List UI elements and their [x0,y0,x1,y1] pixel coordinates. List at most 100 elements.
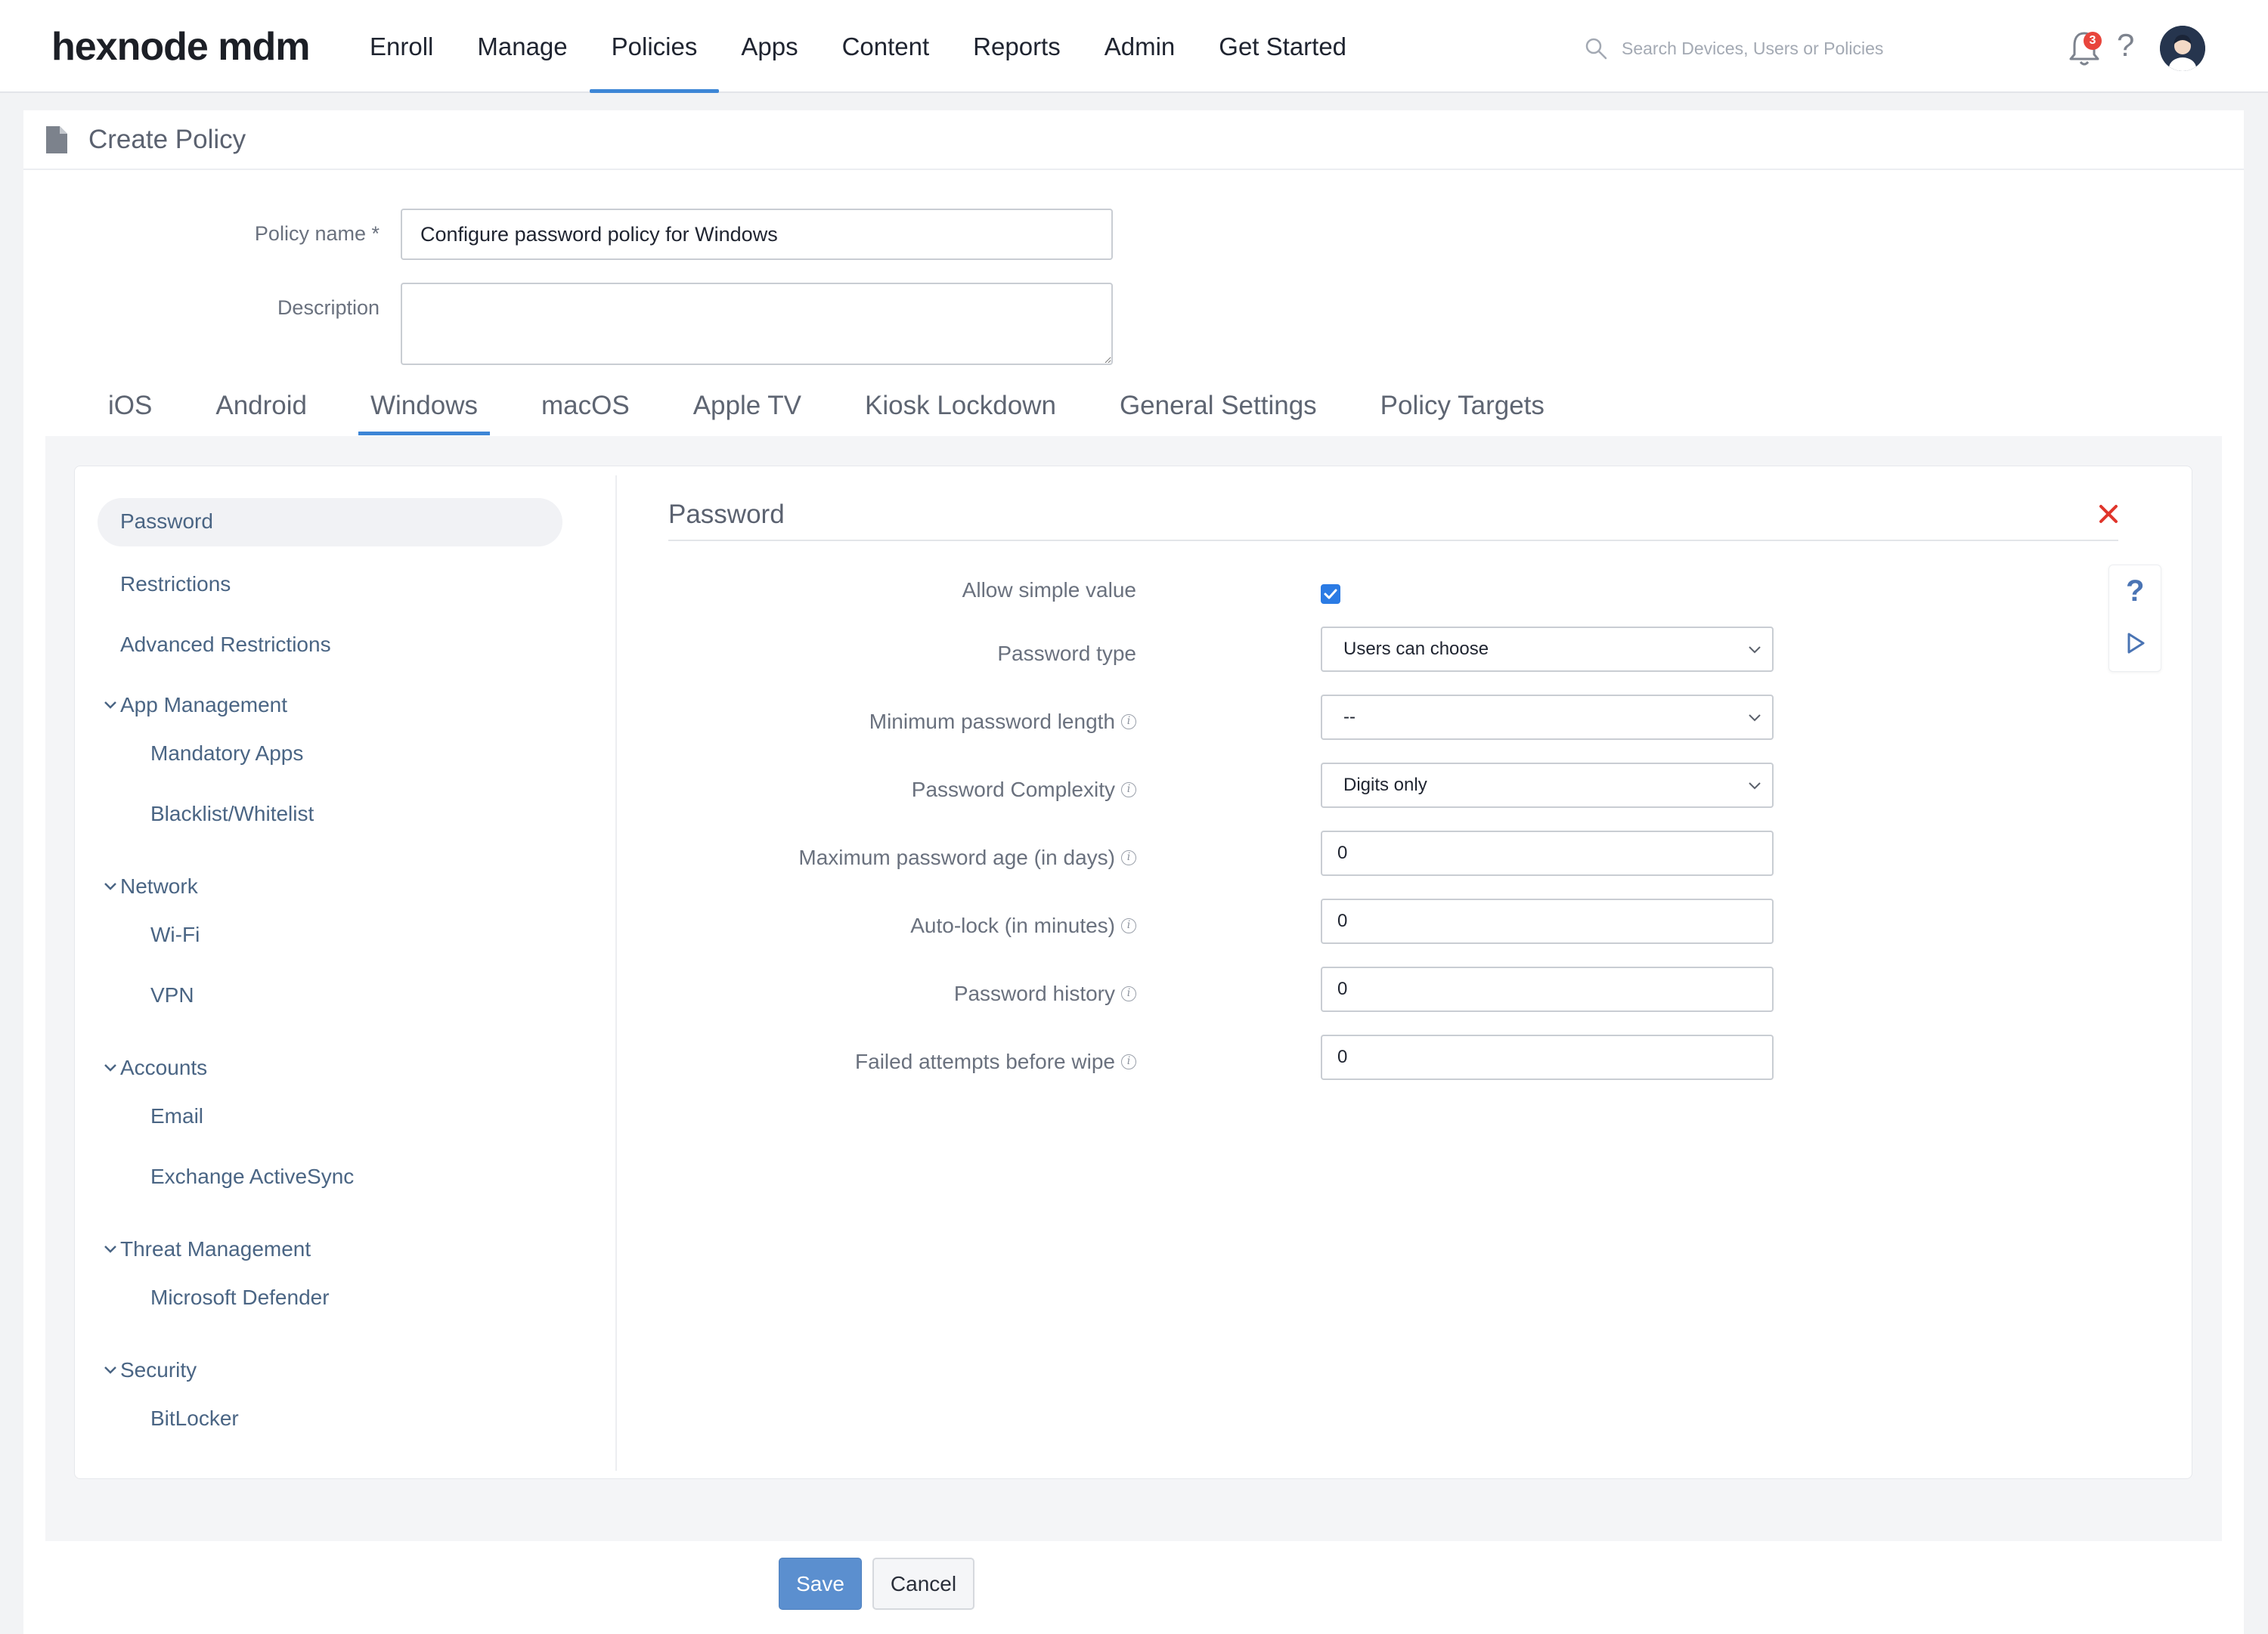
sidebar-group-label: Network [120,874,198,898]
notification-badge: 3 [2084,32,2102,50]
autolock-input[interactable] [1321,899,1774,944]
chevron-down-icon [104,883,116,890]
max-age-label: Maximum password age (in days) i [695,846,1136,870]
info-icon[interactable]: i [1121,918,1136,933]
sidebar-group-label: Security [120,1358,197,1382]
tab-windows[interactable]: Windows [358,390,490,435]
allow-simple-checkbox[interactable] [1321,584,1340,604]
info-icon[interactable]: i [1121,850,1136,865]
tab-kiosk-lockdown[interactable]: Kiosk Lockdown [865,390,1056,435]
chevron-down-icon [104,1246,116,1253]
sidebar-item-advanced-restrictions[interactable]: Advanced Restrictions [120,633,331,657]
password-type-value: Users can choose [1343,639,1489,659]
sidebar-item-vpn[interactable]: VPN [150,983,194,1007]
failed-attempts-label-text: Failed attempts before wipe [855,1050,1115,1073]
brand-logo[interactable]: hexnode mdm [51,24,310,70]
sidebar-group-security[interactable]: Security [104,1358,197,1382]
search-icon[interactable] [1584,36,1608,60]
nav-get-started[interactable]: Get Started [1197,0,1368,93]
tab-general-settings[interactable]: General Settings [1120,390,1317,435]
password-type-select[interactable]: Users can choose [1321,627,1774,672]
password-type-label-text: Password type [997,642,1136,665]
min-length-select[interactable]: -- [1321,695,1774,740]
min-length-label: Minimum password length i [695,710,1136,734]
info-icon[interactable]: i [1121,714,1136,729]
panel-title: Password [668,500,785,529]
autolock-label-text: Auto-lock (in minutes) [910,914,1115,937]
panel-divider [668,540,2118,541]
chevron-down-icon [1749,646,1761,654]
sidebar-group-label: App Management [120,693,288,716]
allow-simple-label-text: Allow simple value [962,578,1136,602]
help-tools: ? [2108,565,2161,672]
complexity-label: Password Complexity i [695,778,1136,802]
tab-android[interactable]: Android [215,390,307,435]
tab-policy-targets[interactable]: Policy Targets [1380,390,1545,435]
history-input[interactable] [1321,967,1774,1012]
sidebar-group-accounts[interactable]: Accounts [104,1056,207,1080]
user-avatar-icon [2160,26,2205,71]
sidebar-item-wifi[interactable]: Wi-Fi [150,923,200,947]
history-label-text: Password history [953,982,1115,1005]
policy-config-card: Password Restrictions Advanced Restricti… [74,466,2192,1479]
help-icon[interactable]: ? [2126,574,2144,608]
sidebar-item-email[interactable]: Email [150,1104,203,1128]
document-icon [46,125,67,153]
nav-reports[interactable]: Reports [951,0,1083,93]
tab-macos[interactable]: macOS [541,390,630,435]
sidebar-group-threat-management[interactable]: Threat Management [104,1237,311,1261]
checkmark-icon [1324,589,1337,599]
password-type-label: Password type [695,642,1136,666]
nav-manage[interactable]: Manage [455,0,589,93]
sidebar-item-password[interactable]: Password [98,498,562,546]
cancel-button[interactable]: Cancel [872,1558,974,1610]
page-title: Create Policy [88,124,246,154]
main-nav: Enroll Manage Policies Apps Content Repo… [348,0,1368,93]
nav-apps[interactable]: Apps [719,0,820,93]
play-tour-icon[interactable] [2126,632,2146,655]
max-age-input[interactable] [1321,831,1774,876]
nav-policies[interactable]: Policies [589,0,720,93]
allow-simple-label: Allow simple value [695,578,1136,602]
nav-admin[interactable]: Admin [1083,0,1198,93]
sidebar-item-bitlocker[interactable]: BitLocker [150,1407,239,1431]
nav-content[interactable]: Content [820,0,952,93]
info-icon[interactable]: i [1121,986,1136,1001]
chevron-down-icon [104,1366,116,1374]
info-icon[interactable]: i [1121,1054,1136,1069]
failed-attempts-label: Failed attempts before wipe i [695,1050,1136,1074]
autolock-label: Auto-lock (in minutes) i [695,914,1136,938]
complexity-select[interactable]: Digits only [1321,763,1774,808]
sidebar-group-network[interactable]: Network [104,874,198,899]
save-button[interactable]: Save [779,1558,862,1610]
complexity-label-text: Password Complexity [911,778,1115,801]
create-policy-page: Create Policy Policy name * Description … [23,110,2244,1634]
max-age-label-text: Maximum password age (in days) [798,846,1115,869]
avatar[interactable] [2160,26,2205,71]
sidebar-group-app-management[interactable]: App Management [104,693,287,717]
policy-sidebar: Password Restrictions Advanced Restricti… [75,475,617,1471]
sidebar-item-mandatory-apps[interactable]: Mandatory Apps [150,741,303,766]
tab-apple-tv[interactable]: Apple TV [693,390,801,435]
global-search [1584,33,2007,63]
sidebar-item-blacklist-whitelist[interactable]: Blacklist/Whitelist [150,802,314,826]
policy-name-input[interactable] [401,209,1113,260]
sidebar-item-exchange-activesync[interactable]: Exchange ActiveSync [150,1165,354,1189]
help-icon[interactable]: ? [2117,27,2134,63]
sidebar-item-restrictions[interactable]: Restrictions [120,572,231,596]
chevron-down-icon [104,701,116,709]
chevron-down-icon [1749,714,1761,722]
min-length-label-text: Minimum password length [869,710,1115,733]
chevron-down-icon [104,1064,116,1072]
sidebar-item-microsoft-defender[interactable]: Microsoft Defender [150,1286,330,1310]
policy-name-label: Policy name * [254,222,380,245]
failed-attempts-input[interactable] [1321,1035,1774,1080]
top-navigation-bar: hexnode mdm Enroll Manage Policies Apps … [0,0,2268,93]
info-icon[interactable]: i [1121,782,1136,797]
tab-ios[interactable]: iOS [108,390,152,435]
search-input[interactable] [1622,38,2000,59]
close-icon[interactable] [2099,504,2118,524]
description-textarea[interactable] [401,283,1113,365]
chevron-down-icon [1749,782,1761,790]
nav-enroll[interactable]: Enroll [348,0,455,93]
